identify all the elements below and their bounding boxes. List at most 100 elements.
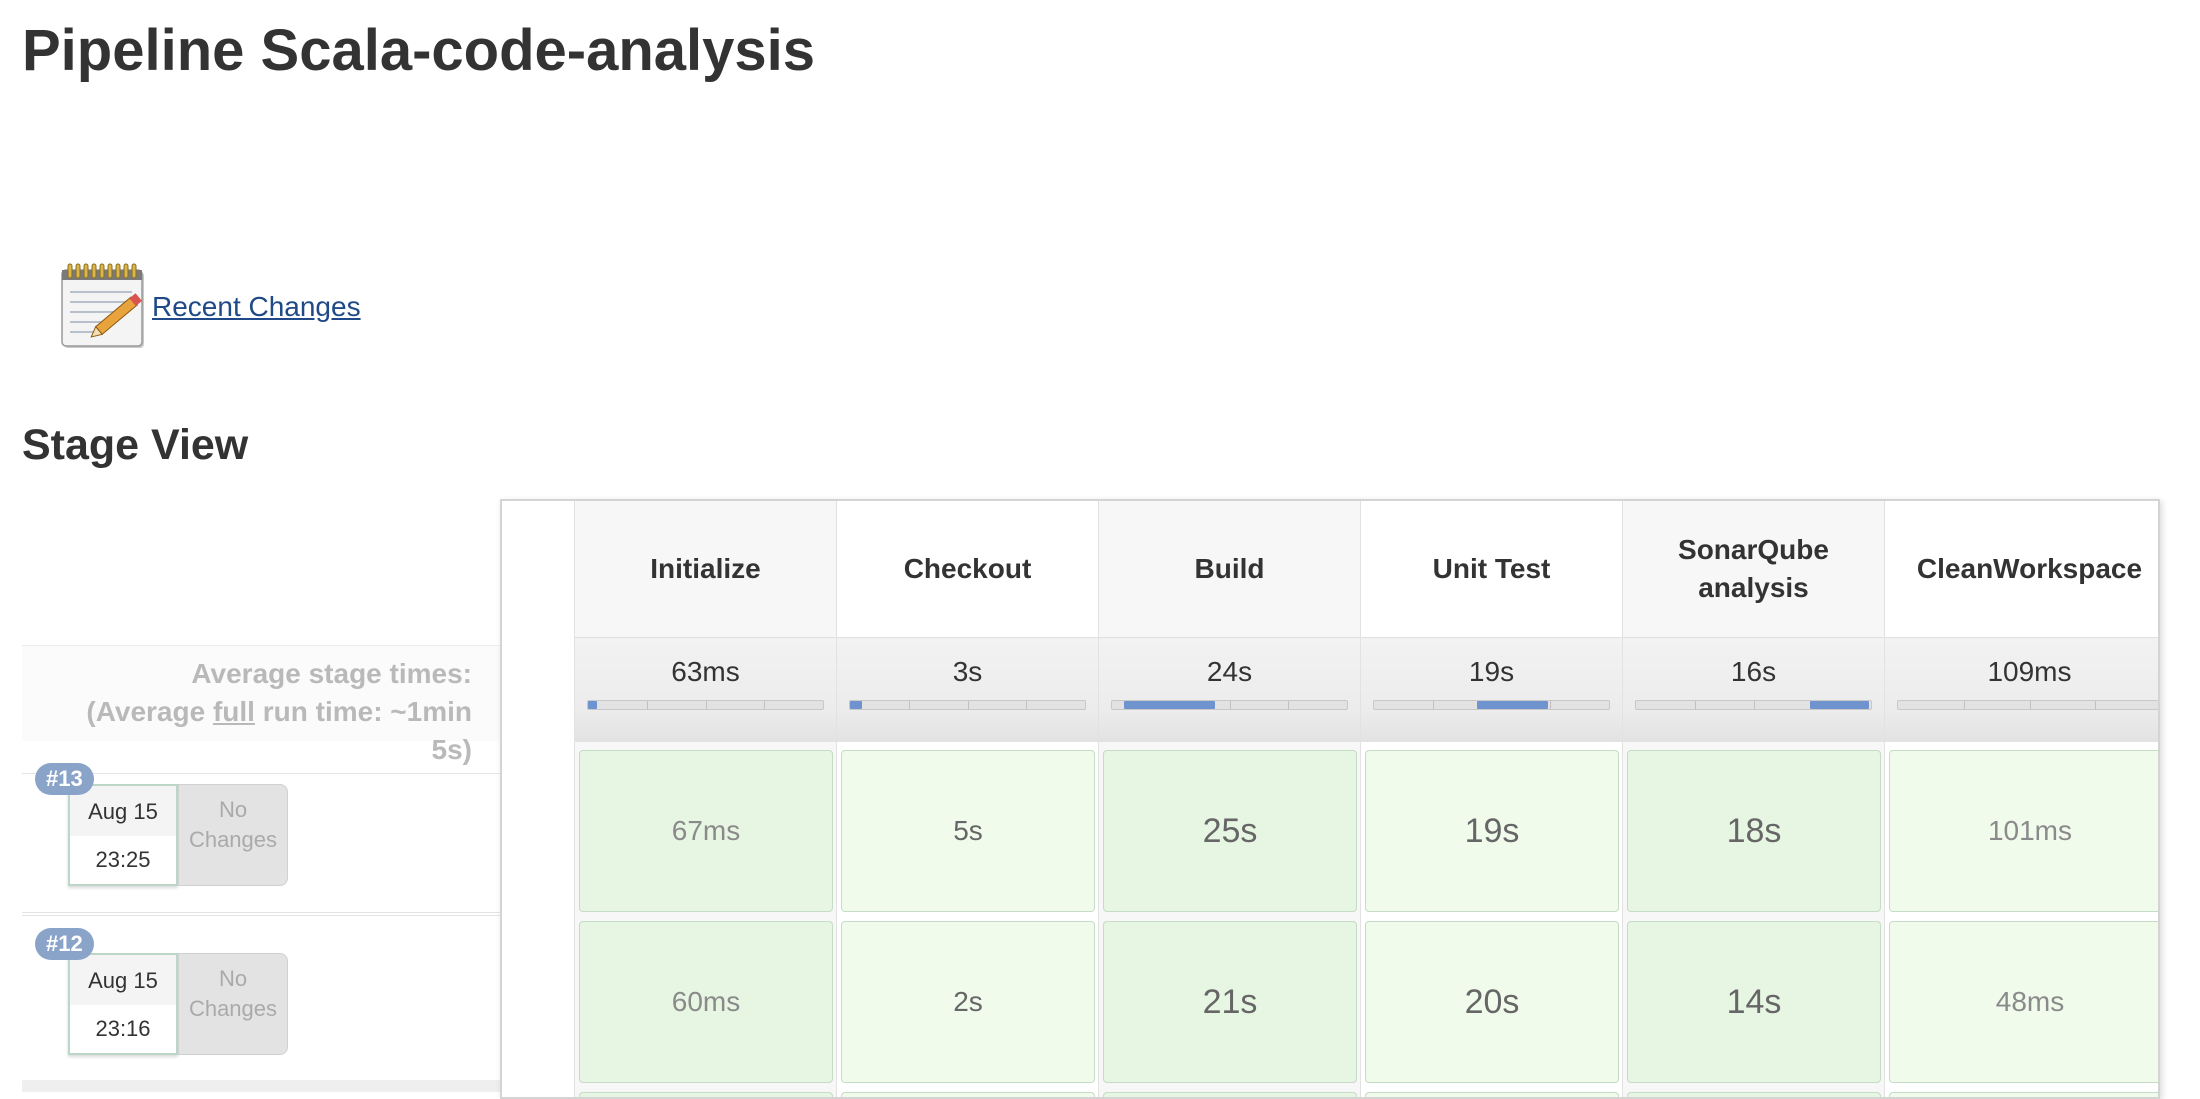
stage-time-bar: [849, 700, 1086, 710]
stage-header[interactable]: Build: [1099, 501, 1360, 637]
changes-indicator[interactable]: No Changes: [178, 784, 288, 886]
bar-tick: [967, 701, 969, 709]
bar-tick: [1963, 701, 1965, 709]
stage-cell-success[interactable]: 101ms: [1889, 750, 2158, 912]
stage-cell-partial: [841, 1092, 1095, 1097]
stage-cell-success[interactable]: 20s: [1365, 921, 1619, 1083]
stage-duration: 14s: [1726, 982, 1782, 1021]
stage-header[interactable]: Unit Test: [1361, 501, 1622, 637]
changes-indicator[interactable]: No Changes: [178, 953, 288, 1055]
stage-average: 109ms: [1885, 637, 2160, 742]
stage-duration: 2s: [953, 986, 983, 1017]
stage-header[interactable]: SonarQube analysis: [1623, 501, 1884, 637]
stage-cell-success[interactable]: 18s: [1627, 750, 1881, 912]
stage-view-title: Stage View: [22, 421, 249, 469]
stage-average-time: 16s: [1730, 656, 1777, 687]
changes-label: No Changes: [188, 797, 278, 852]
stage-time-bar-fill: [850, 701, 862, 709]
stage-cell-success[interactable]: 2s: [841, 921, 1095, 1083]
bar-tick: [1432, 701, 1434, 709]
bar-tick: [1694, 701, 1696, 709]
stage-header[interactable]: Checkout: [837, 501, 1098, 637]
stage-cell-partial: [1365, 1092, 1619, 1097]
avg-label-line3: 5s): [431, 734, 472, 765]
stage-time-bar-fill: [1809, 701, 1869, 709]
average-stage-times-label: Average stage times: (Average full run t…: [22, 645, 500, 765]
stage-average-time: 63ms: [671, 656, 740, 687]
stage-time-bar-fill: [1477, 701, 1548, 709]
build-number-badge[interactable]: #13: [35, 763, 94, 795]
stage-average: 16s: [1623, 637, 1884, 742]
stage-header[interactable]: CleanWorkspace: [1885, 501, 2158, 637]
stage-time-bar-fill: [588, 701, 598, 709]
stage-duration: 18s: [1726, 811, 1782, 850]
stage-duration: 21s: [1202, 982, 1258, 1021]
stage-column: Checkout 3s 5s 2s: [836, 501, 1098, 1097]
stage-column: CleanWorkspace 109ms 101ms 48ms: [1884, 501, 2160, 1097]
stage-cell-success[interactable]: 60ms: [579, 921, 833, 1083]
stage-cell-success[interactable]: 14s: [1627, 921, 1881, 1083]
avg-label-line2-prefix: (Average: [86, 696, 213, 727]
stage-cell-success[interactable]: 21s: [1103, 921, 1357, 1083]
bar-tick: [1026, 701, 1028, 709]
stage-column: Build 24s 25s 21s: [1098, 501, 1360, 1097]
avg-label-line2-suffix: run time: ~1min: [254, 696, 472, 727]
stage-average-time: 24s: [1206, 656, 1253, 687]
bar-tick: [1753, 701, 1755, 709]
bar-tick: [908, 701, 910, 709]
stage-time-bar-fill: [1123, 701, 1216, 709]
stage-duration: 20s: [1464, 982, 1520, 1021]
stage-time-bar: [1635, 700, 1872, 710]
stage-average: 19s: [1361, 637, 1622, 742]
recent-changes-link[interactable]: Recent Changes: [152, 291, 361, 323]
run-row-13: #13 Aug 15 23:25 No Changes: [22, 763, 500, 913]
stage-time-bar-fill: [2158, 701, 2160, 709]
stage-table-spacer: [502, 501, 574, 1097]
stage-duration: 67ms: [671, 815, 741, 846]
stage-header[interactable]: Initialize: [575, 501, 836, 637]
changes-label: No Changes: [188, 966, 278, 1021]
build-time: 23:16: [95, 1016, 151, 1041]
build-date: Aug 15: [70, 955, 176, 1005]
build-date: Aug 15: [70, 786, 176, 836]
page-title: Pipeline Scala-code-analysis: [22, 18, 816, 83]
stage-duration: 101ms: [1987, 815, 2073, 846]
stage-time-bar: [1897, 700, 2160, 710]
stage-cell-partial: [1627, 1092, 1881, 1097]
stage-duration: 25s: [1202, 811, 1258, 850]
stage-cell-success[interactable]: 5s: [841, 750, 1095, 912]
stage-time-bar: [1111, 700, 1348, 710]
stage-time-bar: [587, 700, 824, 710]
bar-tick: [764, 701, 766, 709]
bar-tick: [1550, 701, 1552, 709]
stage-duration: 19s: [1464, 811, 1520, 850]
stage-cell-partial: [1889, 1092, 2158, 1097]
build-date-box: Aug 15 23:16: [68, 953, 178, 1055]
bar-tick: [1229, 701, 1231, 709]
stage-cell-partial: [579, 1092, 833, 1097]
stage-column: SonarQube analysis 16s 18s 14s: [1622, 501, 1884, 1097]
stage-average: 3s: [837, 637, 1098, 742]
recent-changes-link-container[interactable]: Recent Changes: [60, 262, 361, 352]
bar-tick: [1288, 701, 1290, 709]
stage-cell-success[interactable]: 25s: [1103, 750, 1357, 912]
stage-average-time: 19s: [1468, 656, 1515, 687]
run-row-12: #12 Aug 15 23:16 No Changes: [22, 915, 500, 1083]
avg-label-full-word: full: [212, 696, 255, 727]
stage-duration: 5s: [953, 815, 983, 846]
stage-average-time: 109ms: [1987, 656, 2072, 687]
build-number-badge[interactable]: #12: [35, 928, 94, 960]
bar-tick: [705, 701, 707, 709]
stage-average-time: 3s: [952, 656, 983, 687]
stage-duration: 60ms: [671, 986, 741, 1017]
stage-average: 24s: [1099, 637, 1360, 742]
build-date-box: Aug 15 23:25: [68, 784, 178, 886]
bar-tick: [2029, 701, 2031, 709]
stage-average: 63ms: [575, 637, 836, 742]
build-time: 23:25: [95, 847, 151, 872]
stage-time-bar: [1373, 700, 1610, 710]
stage-duration: 48ms: [1995, 986, 2065, 1017]
stage-cell-success[interactable]: 67ms: [579, 750, 833, 912]
stage-cell-success[interactable]: 48ms: [1889, 921, 2158, 1083]
stage-cell-success[interactable]: 19s: [1365, 750, 1619, 912]
